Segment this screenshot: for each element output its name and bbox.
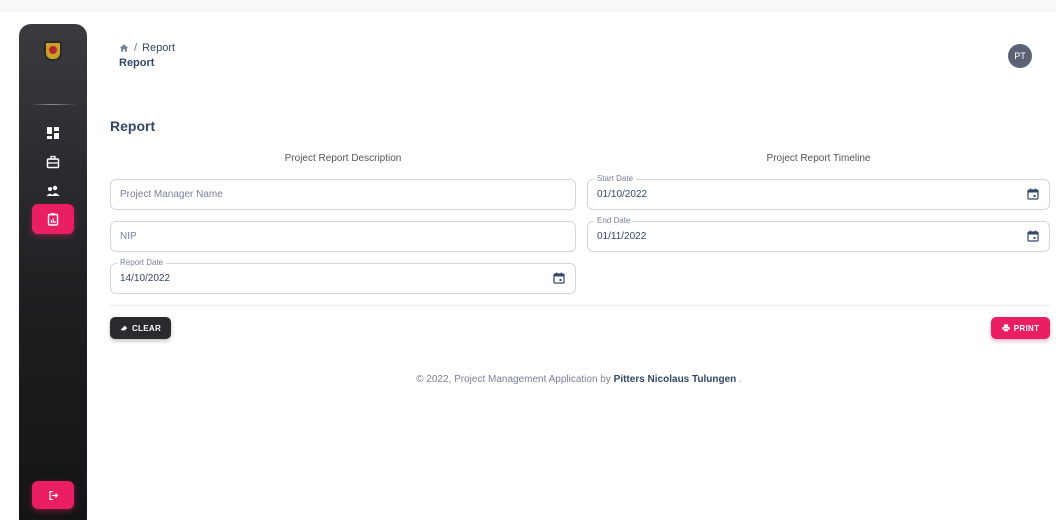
clear-button-label: CLEAR [131,323,162,333]
footer-suffix: . [739,374,742,385]
start-date-field[interactable]: Start Date 01/10/2022 [587,174,1050,210]
calendar-icon[interactable] [1027,188,1039,200]
form-divider [110,305,1050,306]
footer: © 2022, Project Management Application b… [0,374,1056,385]
end-date-value: 01/11/2022 [597,231,647,242]
calendar-icon[interactable] [1027,230,1039,242]
top-band [0,0,1056,12]
sidebar [19,24,87,520]
print-button-label: PRINT [1013,323,1040,333]
briefcase-icon [46,155,60,169]
report-date-value: 14/10/2022 [120,273,171,284]
users-icon [46,185,60,196]
report-date-label: Report Date [117,258,167,267]
sidebar-item-users[interactable] [32,176,74,206]
logout-button[interactable] [32,481,74,509]
description-heading: Project Report Description [284,153,402,164]
app-logo [44,41,62,61]
header-title: Report [119,57,155,69]
timeline-heading: Project Report Timeline [766,153,871,164]
footer-text: © 2022, Project Management Application b… [416,374,611,385]
sidebar-item-report[interactable] [32,204,74,234]
page-title: Report [110,118,156,134]
avatar[interactable]: PT [1008,44,1032,68]
manager-name-field[interactable]: Project Manager Name [110,179,576,210]
manager-name-placeholder: Project Manager Name [120,189,223,200]
end-date-field[interactable]: End Date 01/11/2022 [587,216,1050,252]
logout-icon [48,490,58,500]
sidebar-divider [29,104,77,105]
sidebar-item-projects[interactable] [32,147,74,177]
home-icon[interactable] [119,43,129,53]
report-date-field[interactable]: Report Date 14/10/2022 [110,258,576,294]
end-date-label: End Date [594,216,634,225]
sidebar-item-dashboard[interactable] [32,118,74,148]
print-button[interactable]: PRINT [991,317,1050,339]
nip-field[interactable]: NIP [110,221,576,252]
printer-icon [1002,324,1010,332]
dashboard-icon [47,127,59,139]
start-date-value: 01/10/2022 [597,189,648,200]
breadcrumb: / Report [119,42,175,54]
breadcrumb-separator: / [134,42,138,54]
start-date-label: Start Date [594,174,637,183]
footer-author[interactable]: Pitters Nicolaus Tulungen [614,374,737,385]
nip-placeholder: NIP [120,231,137,242]
clipboard-report-icon [47,213,59,226]
calendar-icon[interactable] [553,272,565,284]
breadcrumb-current: Report [142,42,176,54]
eraser-icon [120,325,128,331]
clear-button[interactable]: CLEAR [110,317,171,339]
